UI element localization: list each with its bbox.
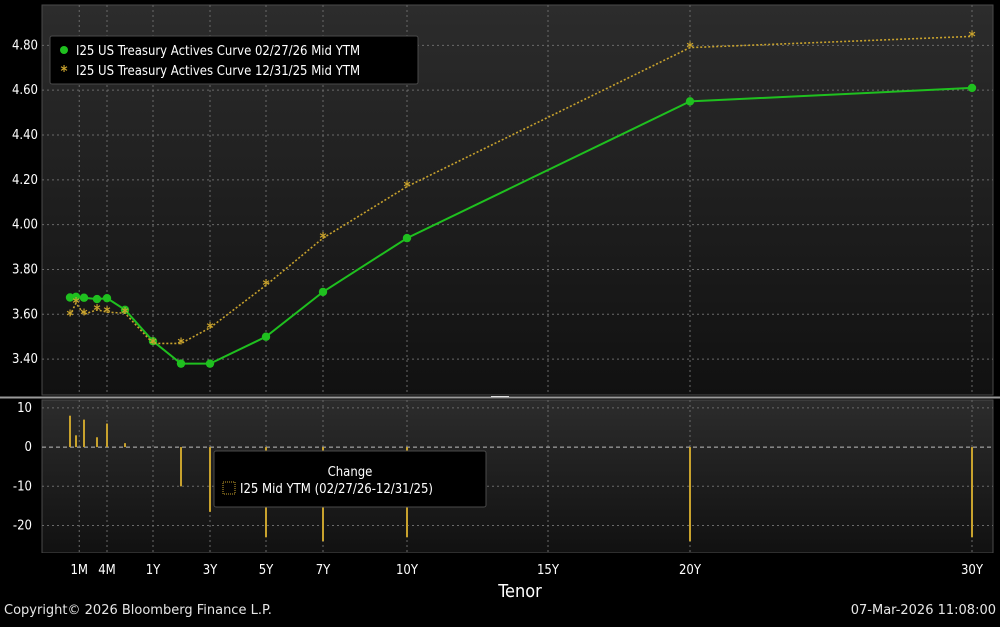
data-point-0227 [102, 293, 112, 303]
change-bar [180, 447, 182, 487]
data-point-1231: * [262, 276, 269, 294]
lower-legend-title: Change [328, 465, 373, 480]
change-bar [124, 443, 126, 448]
data-point-1231: * [93, 301, 100, 319]
change-bar [69, 415, 71, 448]
timestamp-text: 07-Mar-2026 11:08:00 [850, 603, 996, 618]
x-tick-label: 30Y [961, 563, 984, 578]
lower-panel-background [41, 399, 994, 554]
change-bar [209, 447, 211, 512]
data-point-1231: * [121, 304, 128, 322]
y-tick-label-upper: 4.00 [12, 218, 38, 233]
data-point-1231: * [149, 334, 156, 352]
x-axis-label: Tenor [497, 581, 542, 602]
x-tick-label: 7Y [316, 563, 331, 578]
y-tick-label-lower: -20 [13, 519, 32, 534]
y-tick-label-upper: 3.60 [12, 307, 38, 322]
data-point-1231: * [319, 229, 326, 247]
data-point-0227 [318, 287, 328, 297]
data-point-1231: * [403, 178, 410, 196]
x-tick-label: 1Y [146, 563, 161, 578]
data-point-1231: * [103, 303, 110, 321]
data-point-1231: * [177, 334, 184, 352]
y-tick-label-lower: 10 [17, 401, 32, 416]
data-point-0227 [205, 359, 215, 368]
x-tick-label: 15Y [537, 563, 560, 578]
data-point-0227 [967, 83, 977, 93]
data-point-0227 [685, 97, 695, 106]
x-tick-label: 1M [70, 563, 88, 578]
change-bar [83, 419, 85, 448]
x-tick-label: 20Y [679, 563, 702, 578]
y-tick-label-upper: 3.80 [12, 262, 38, 277]
y-tick-label-upper: 4.80 [12, 38, 38, 53]
data-point-0227 [79, 293, 89, 302]
data-point-1231: * [968, 27, 975, 45]
data-point-1231: * [206, 319, 213, 337]
y-tick-label-upper: 4.60 [12, 83, 38, 98]
data-point-0227 [176, 359, 186, 368]
y-tick-label-lower: -10 [13, 479, 32, 494]
legend-marker-0227 [60, 46, 68, 54]
legend-label-0227: I25 US Treasury Actives Curve 02/27/26 M… [76, 44, 360, 59]
change-bar [689, 447, 691, 542]
data-point-1231: * [80, 305, 87, 323]
change-bar [971, 447, 973, 538]
data-point-1231: * [72, 294, 79, 312]
change-bar [75, 435, 77, 448]
legend-label-1231: I25 US Treasury Actives Curve 12/31/25 M… [76, 64, 360, 79]
legend-marker-1231: * [60, 62, 67, 80]
change-bar [96, 437, 98, 448]
copyright-text: Copyright© 2026 Bloomberg Finance L.P. [4, 603, 272, 618]
y-tick-label-upper: 3.40 [12, 352, 38, 367]
change-bar [106, 423, 108, 448]
y-tick-label-lower: 0 [25, 440, 32, 455]
chart-root: 4.80 4.60 4.40 4.20 4.00 3.80 3.60 3.40 10 0 -10 -2… [0, 0, 1000, 627]
yield-curve-chart: 4.80 4.60 4.40 4.20 4.00 3.80 3.60 3.40 10 0 -10 -2… [0, 4, 1000, 603]
x-tick-label: 3Y [203, 563, 218, 578]
x-tick-label: 5Y [259, 563, 274, 578]
data-point-0227 [402, 233, 412, 243]
x-tick-label: 4M [98, 563, 116, 578]
data-point-0227 [261, 332, 271, 341]
x-tick-label: 10Y [396, 563, 419, 578]
lower-legend-label: I25 Mid YTM (02/27/26-12/31/25) [240, 482, 433, 497]
y-tick-label-upper: 4.20 [12, 173, 38, 188]
y-tick-label-upper: 4.40 [12, 128, 38, 143]
data-point-1231: * [686, 39, 693, 57]
